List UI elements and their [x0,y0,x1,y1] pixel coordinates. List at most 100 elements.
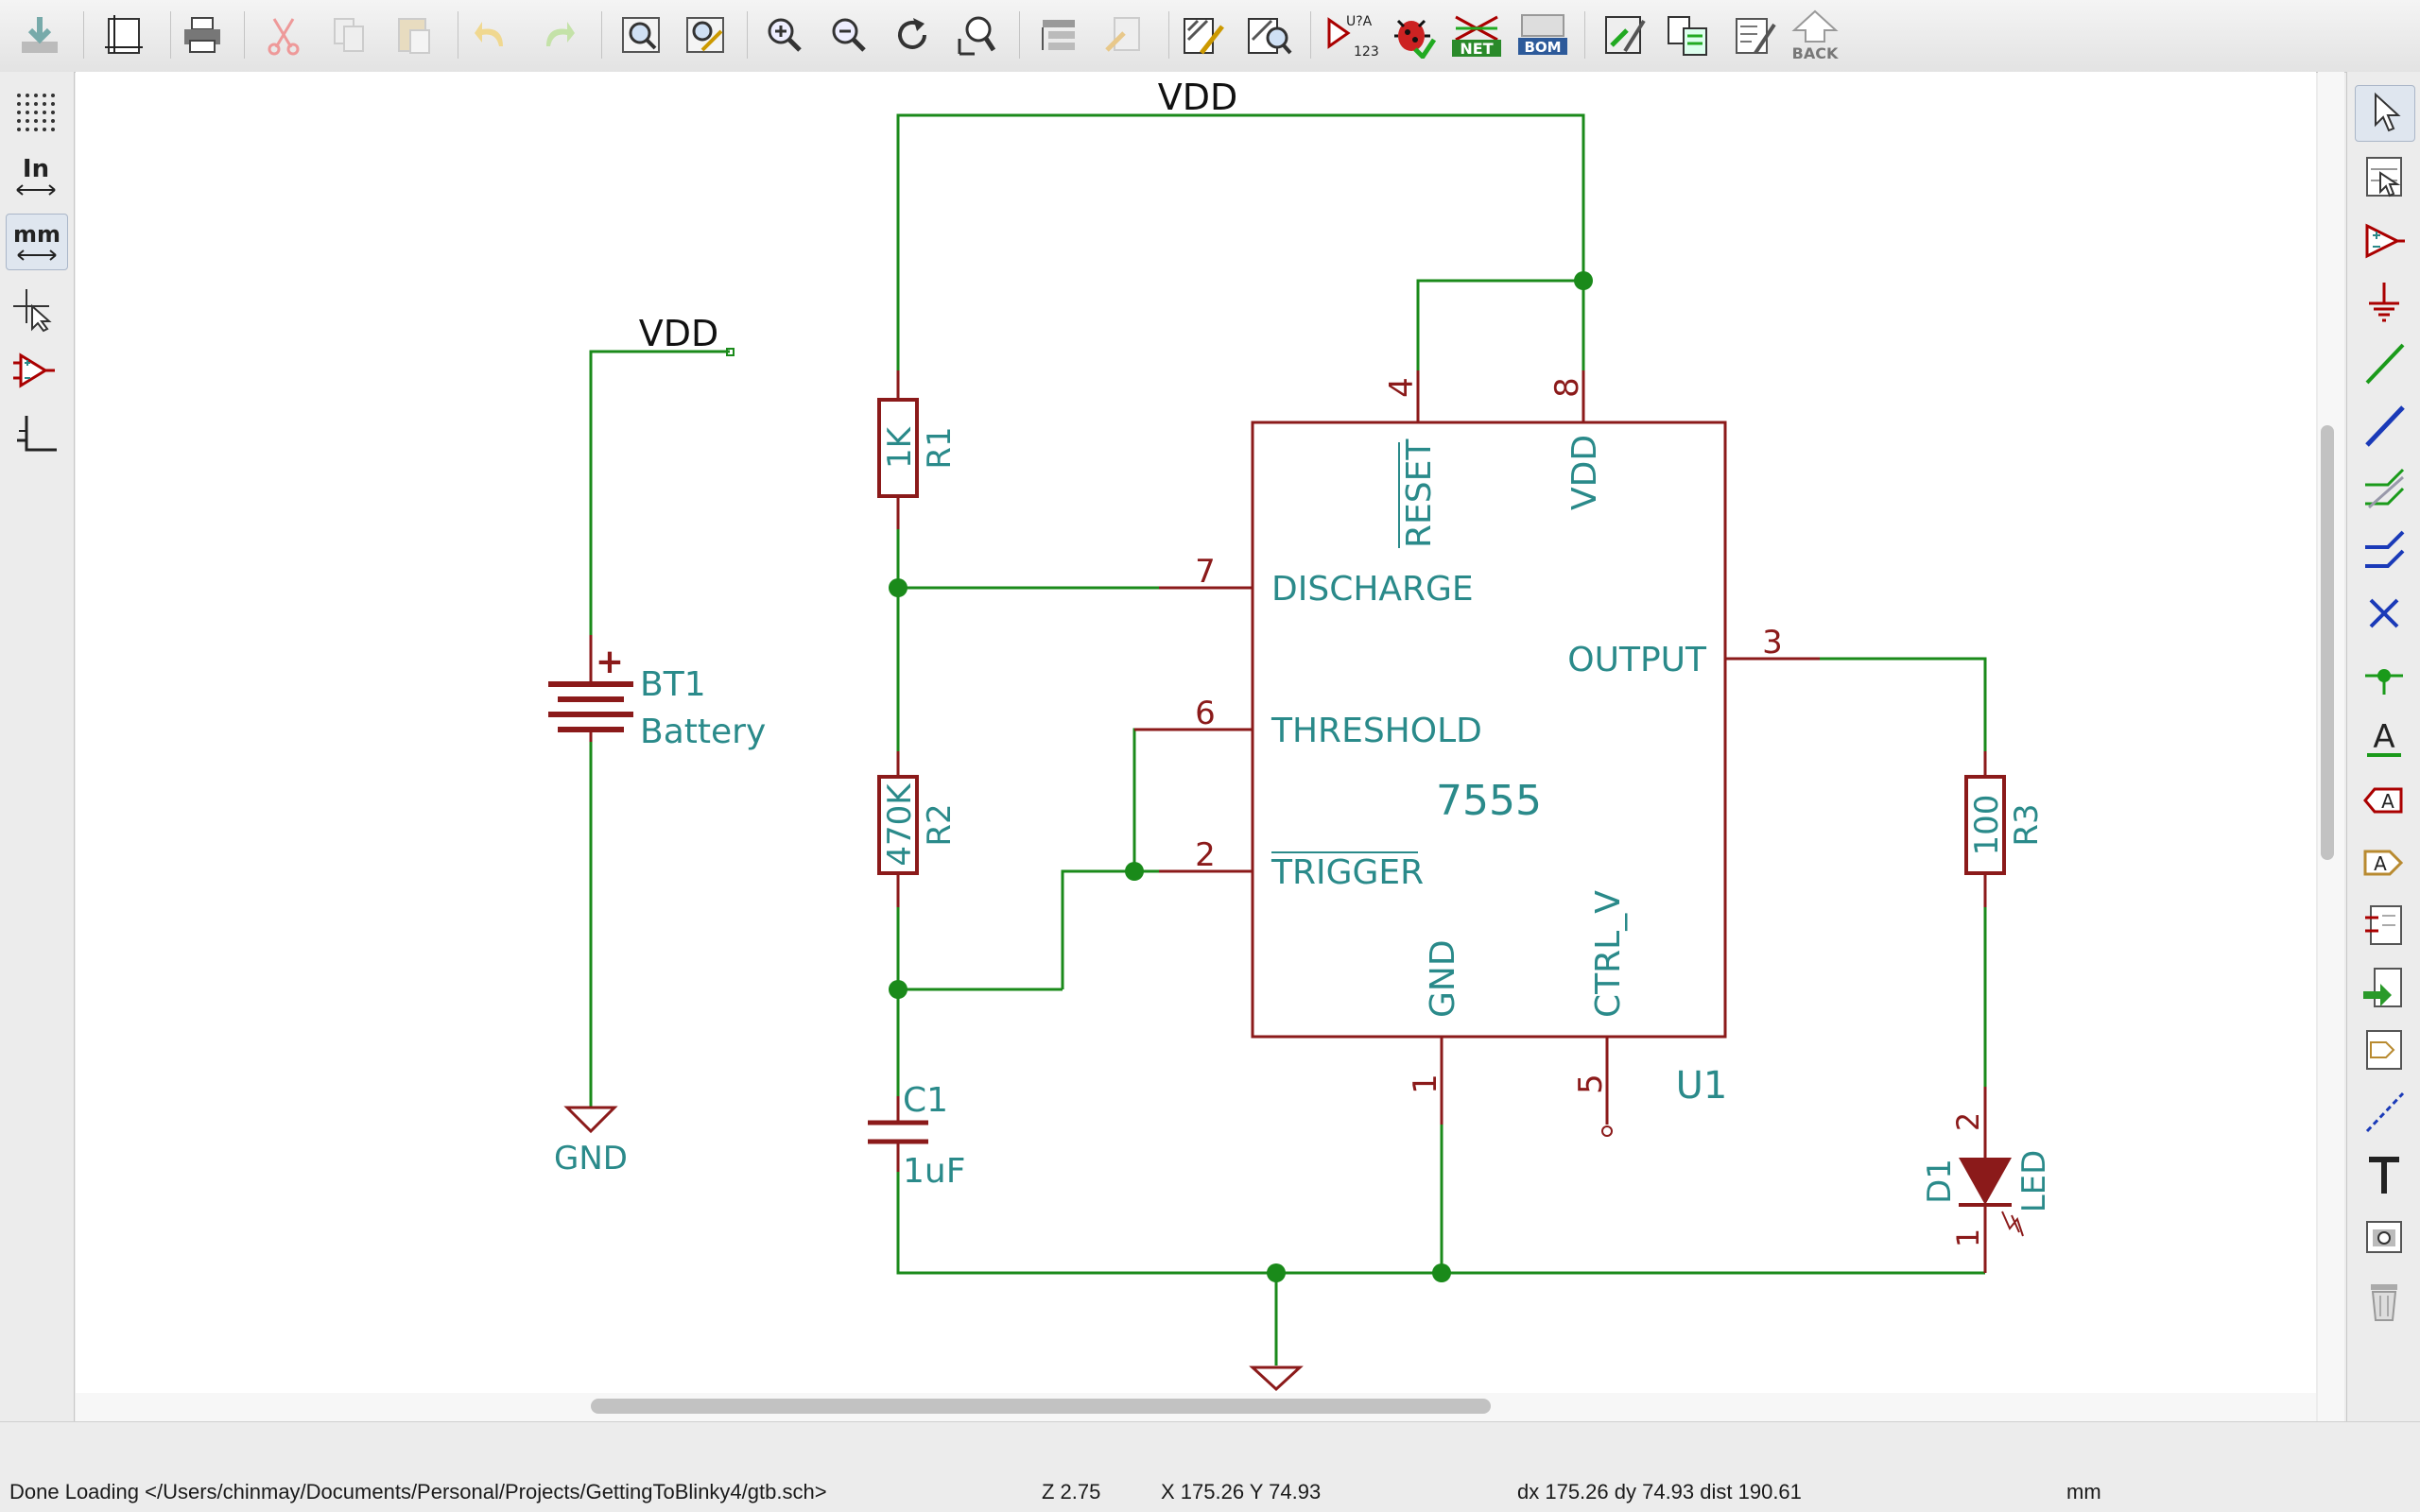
wire-threshold[interactable] [1132,728,1159,871]
junction-discharge [889,578,908,597]
load-schematic-icon[interactable] [11,6,68,64]
select-tool-icon[interactable] [2355,85,2415,142]
units-inches-icon[interactable]: In [6,149,66,204]
pcb-icon[interactable] [1660,6,1717,64]
redo-icon[interactable] [529,6,586,64]
c1-capacitor[interactable]: C1 1uF [868,1081,965,1191]
cut-icon[interactable] [255,6,312,64]
r3-resistor[interactable]: 100 R3 [1964,751,2046,907]
bt1-battery[interactable]: + BT1 Battery [548,635,766,751]
delete-icon[interactable] [2355,1274,2413,1329]
u1-7555-symbol[interactable]: DISCHARGE THRESHOLD TRIGGER OUTPUT RESET… [1134,370,1820,1137]
pin-number-output: 3 [1762,624,1783,662]
svg-text:BACK: BACK [1792,44,1839,62]
print-icon[interactable] [174,6,231,64]
c1-value: 1uF [903,1152,965,1191]
status-message: Done Loading </Users/chinmay/Documents/P… [9,1480,827,1503]
r1-resistor[interactable]: 1K R1 [877,370,959,529]
hidden-pins-icon[interactable] [6,344,66,399]
wire-bus-entry-icon[interactable] [2355,461,2413,516]
import-sheet-pin-icon[interactable] [2355,960,2413,1015]
horizontal-scroll-thumb[interactable] [591,1399,1491,1414]
back-icon[interactable]: BACK [1787,6,1843,64]
bus-bus-entry-icon[interactable] [2355,524,2413,578]
r1-reference: R1 [921,426,959,469]
pin-number-discharge: 7 [1195,553,1216,591]
gnd-label-left: GND [554,1140,628,1177]
erc-icon[interactable] [1384,6,1441,64]
netlist-icon[interactable]: NET [1448,6,1505,64]
d1-pin-cathode: 1 [1950,1228,1986,1247]
add-power-icon[interactable] [2355,274,2413,329]
pin-number-reset: 4 [1383,377,1421,398]
add-image-icon[interactable] [2355,1210,2413,1264]
pin-number-threshold: 6 [1195,695,1216,732]
pin-name-vdd: VDD [1565,435,1604,510]
status-coordinates: X 175.26 Y 74.93 [1161,1480,1322,1503]
net-label-vdd-left[interactable]: VDD [639,313,719,354]
add-bus-icon[interactable] [2355,399,2413,454]
symbol-browser-icon[interactable] [1240,6,1297,64]
orthogonal-wires-icon[interactable] [6,408,66,463]
copy-icon[interactable] [321,6,378,64]
junction-vdd [1574,271,1593,290]
wire-trigger[interactable] [1061,869,1159,989]
sheet-pin-icon[interactable] [2355,1022,2413,1077]
symbol-editor-icon[interactable] [1176,6,1233,64]
svg-text:U?A: U?A [1346,14,1373,29]
hierarchy-navigator-icon[interactable] [1030,6,1087,64]
bom-icon[interactable]: BOM [1514,6,1571,64]
find-replace-icon[interactable] [677,6,734,64]
d1-led[interactable]: 2 1 D1 LED [1921,1087,2053,1273]
add-symbol-icon[interactable] [2355,214,2413,268]
assign-footprints-icon[interactable] [1596,6,1652,64]
junction-threshold-trigger [1125,862,1144,881]
leave-sheet-icon[interactable] [1097,6,1153,64]
graphic-line-icon[interactable] [2355,1085,2413,1140]
annotate-icon[interactable]: U?A 123 [1323,6,1380,64]
svg-text:NET: NET [1460,40,1493,58]
gnd-symbol-left[interactable]: GND [554,1106,628,1177]
r2-resistor[interactable]: 470K R2 [877,751,959,907]
net-label-vdd-top[interactable]: VDD [1158,77,1238,118]
paste-icon[interactable] [386,6,442,64]
cursor-shape-icon[interactable] [6,282,66,336]
zoom-out-icon[interactable] [821,6,877,64]
hierarchy-pins-icon[interactable] [2355,149,2413,204]
zoom-fit-icon[interactable] [949,6,1006,64]
units-mm-icon[interactable]: mm [6,214,68,270]
hierarchical-label-icon[interactable]: A [2355,835,2413,890]
find-icon[interactable] [613,6,669,64]
u1-reference: U1 [1676,1064,1728,1108]
grid-toggle-icon[interactable] [6,85,66,140]
text-tool-icon[interactable] [2355,1147,2413,1202]
wire-output[interactable] [1820,657,1987,775]
bt1-plus: + [596,643,624,681]
pin-number-trigger: 2 [1195,836,1216,874]
pin-name-ctrl: CTRL_V [1589,890,1628,1018]
global-label-icon[interactable]: A [2355,773,2413,828]
wire-reset[interactable] [1416,279,1583,370]
redraw-icon[interactable] [885,6,942,64]
add-wire-icon[interactable] [2355,336,2413,391]
pin-name-reset: RESET [1400,438,1439,548]
c1-reference: C1 [903,1081,948,1120]
wire-batt-top[interactable] [589,350,730,635]
zoom-in-icon[interactable] [756,6,813,64]
svg-text:mm: mm [13,221,60,248]
r1-value: 1K [881,425,919,469]
gnd-symbol-bottom[interactable] [1249,1366,1304,1392]
page-settings-icon[interactable] [95,6,151,64]
net-label-icon[interactable]: A [2355,711,2413,765]
edit-pcb-icon[interactable] [1726,6,1783,64]
status-bar: Done Loading </Users/chinmay/Documents/P… [0,1470,2420,1512]
vertical-scroll-thumb[interactable] [2321,425,2334,860]
pin-name-threshold: THRESHOLD [1270,712,1482,750]
no-connect-icon[interactable] [2355,586,2413,641]
wire-vdd-top[interactable] [896,113,1585,421]
r3-reference: R3 [2008,803,2046,846]
schematic-canvas[interactable]: VDD VDD DISCHARGE THRESHOLD TRIGGER OUTP… [76,72,2316,1421]
junction-icon[interactable] [2355,648,2413,703]
hierarchical-sheet-icon[interactable] [2355,898,2413,953]
undo-icon[interactable] [463,6,520,64]
